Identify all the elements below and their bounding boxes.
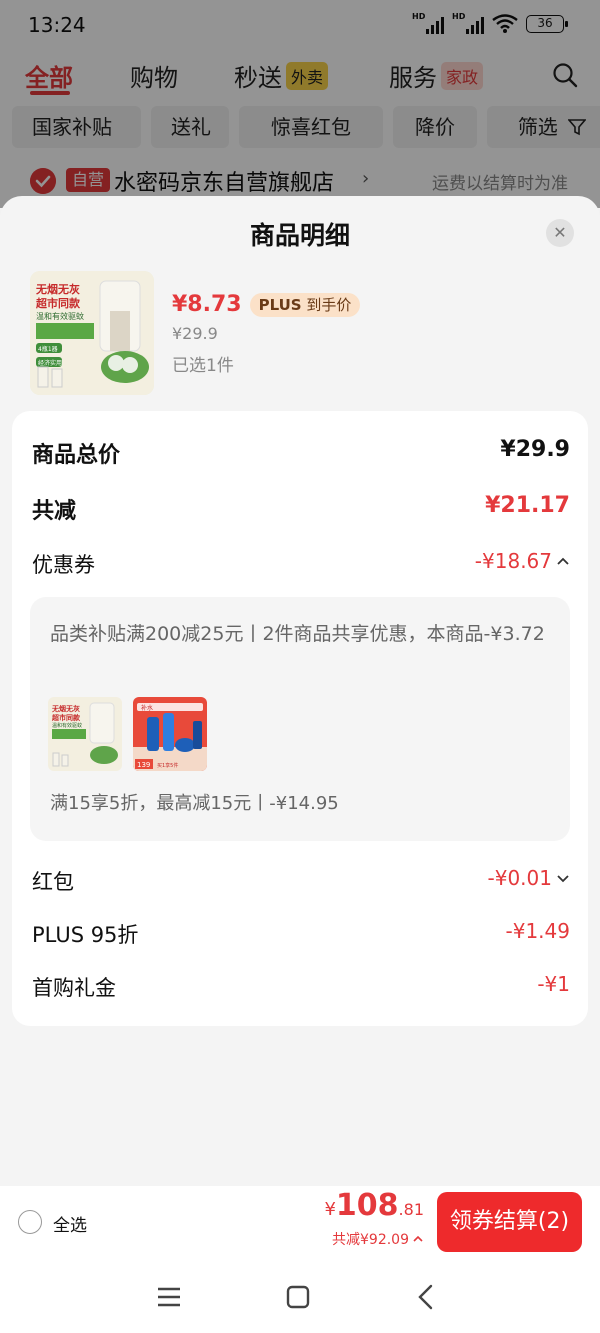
currency-symbol: ¥ [324,1199,336,1220]
menu-icon[interactable] [154,1282,184,1312]
svg-text:经济实用: 经济实用 [38,359,62,367]
total-reduce-value: ¥21.17 [485,493,570,518]
total-discount-toggle[interactable]: 共减¥92.09 [332,1229,424,1249]
coupon-row[interactable]: 优惠券 -¥18.67 [32,549,570,581]
chevron-down-icon[interactable] [556,871,570,885]
close-icon: ✕ [553,223,567,242]
coupon-discount-line: 满15享5折，最高减15元丨-¥14.95 [50,793,339,814]
coupon-label: 优惠券 [32,553,95,577]
plus-tag-text: 到手价 [306,295,352,314]
coupon-detail-box: 品类补贴满200减25元丨2件商品共享优惠，本商品-¥3.72 无烟无灰 超市同… [30,597,570,841]
redpacket-value: -¥0.01 [487,866,552,890]
select-all-radio[interactable] [18,1210,42,1234]
checkout-bar: 全选 ¥108.81 共减¥92.09 领券结算(2) [0,1186,600,1260]
system-nav-bar [0,1260,600,1333]
plus-discount-label: PLUS 95折 [32,923,139,947]
svg-text:买1享5件: 买1享5件 [157,762,178,769]
home-icon[interactable] [283,1282,313,1312]
select-all-label[interactable]: 全选 [53,1211,87,1236]
svg-text:无烟无灰: 无烟无灰 [51,704,80,713]
total-reduce-row: 共减 ¥21.17 [32,493,570,525]
checkout-button[interactable]: 领券结算(2) [437,1192,582,1252]
first-purchase-gift-value: -¥1 [537,972,570,996]
svg-text:139: 139 [137,761,150,769]
plus-discount-value: -¥1.49 [505,919,570,943]
dim-overlay[interactable] [0,0,600,208]
price-integer: 108 [335,1188,399,1223]
coupon-product-thumb-2[interactable]: 补水 139 买1享5件 [133,697,207,771]
svg-text:温和有效驱蚊: 温和有效驱蚊 [52,722,82,729]
cart-total-price: ¥108.81 [324,1188,424,1223]
total-price-row: 商品总价 ¥29.9 [32,437,570,469]
coupon-value-wrap: -¥18.67 [475,549,570,573]
total-price-label: 商品总价 [32,443,121,468]
product-image[interactable]: 无烟无灰 超市同款 温和有效驱蚊 4瓶1器 经济实用 [30,271,154,395]
final-price: ¥8.73 [172,292,242,317]
svg-text:超市同款: 超市同款 [35,296,81,310]
original-price: ¥29.9 [172,324,218,343]
redpacket-value-wrap: -¥0.01 [488,866,570,890]
chevron-up-icon[interactable] [556,554,570,568]
svg-text:无烟无灰: 无烟无灰 [35,282,80,296]
total-reduce-label: 共减 [32,499,77,524]
coupon-product-thumb-1[interactable]: 无烟无灰 超市同款 温和有效驱蚊 [48,697,122,771]
price-decimal: .81 [398,1200,424,1219]
svg-text:超市同款: 超市同款 [52,713,81,722]
svg-text:4瓶1器: 4瓶1器 [38,345,58,353]
close-button[interactable]: ✕ [546,219,574,247]
coupon-description: 品类补贴满200减25元丨2件商品共享优惠，本商品-¥3.72 [50,623,545,645]
chevron-up-icon [413,1235,423,1242]
price-line: ¥8.73 PLUS 到手价 [172,292,361,317]
selected-count: 已选1件 [172,356,234,376]
plus-brand: PLUS [258,295,302,314]
back-icon[interactable] [412,1282,442,1312]
total-discount: 共减¥92.09 [332,1232,409,1248]
svg-text:温和有效驱蚊: 温和有效驱蚊 [36,311,84,321]
product-detail-sheet: 商品明细 ✕ 无烟无灰 超市同款 温和有效驱蚊 4瓶1器 经济实用 ¥8.73 … [0,196,600,1186]
first-purchase-gift-row: 首购礼金 -¥1 [32,972,570,1004]
total-price-value: ¥29.9 [500,437,570,462]
coupon-value: -¥18.67 [474,549,552,573]
plus-discount-row: PLUS 95折 -¥1.49 [32,919,570,951]
sheet-title: 商品明细 [249,221,350,250]
plus-price-tag: PLUS 到手价 [249,292,361,317]
svg-text:补水: 补水 [141,704,153,712]
first-purchase-gift-label: 首购礼金 [32,976,116,1000]
price-detail-card: 商品总价 ¥29.9 共减 ¥21.17 优惠券 -¥18.67 品类补贴满20… [12,411,588,1026]
redpacket-label: 红包 [32,870,74,894]
redpacket-row[interactable]: 红包 -¥0.01 [32,866,570,898]
